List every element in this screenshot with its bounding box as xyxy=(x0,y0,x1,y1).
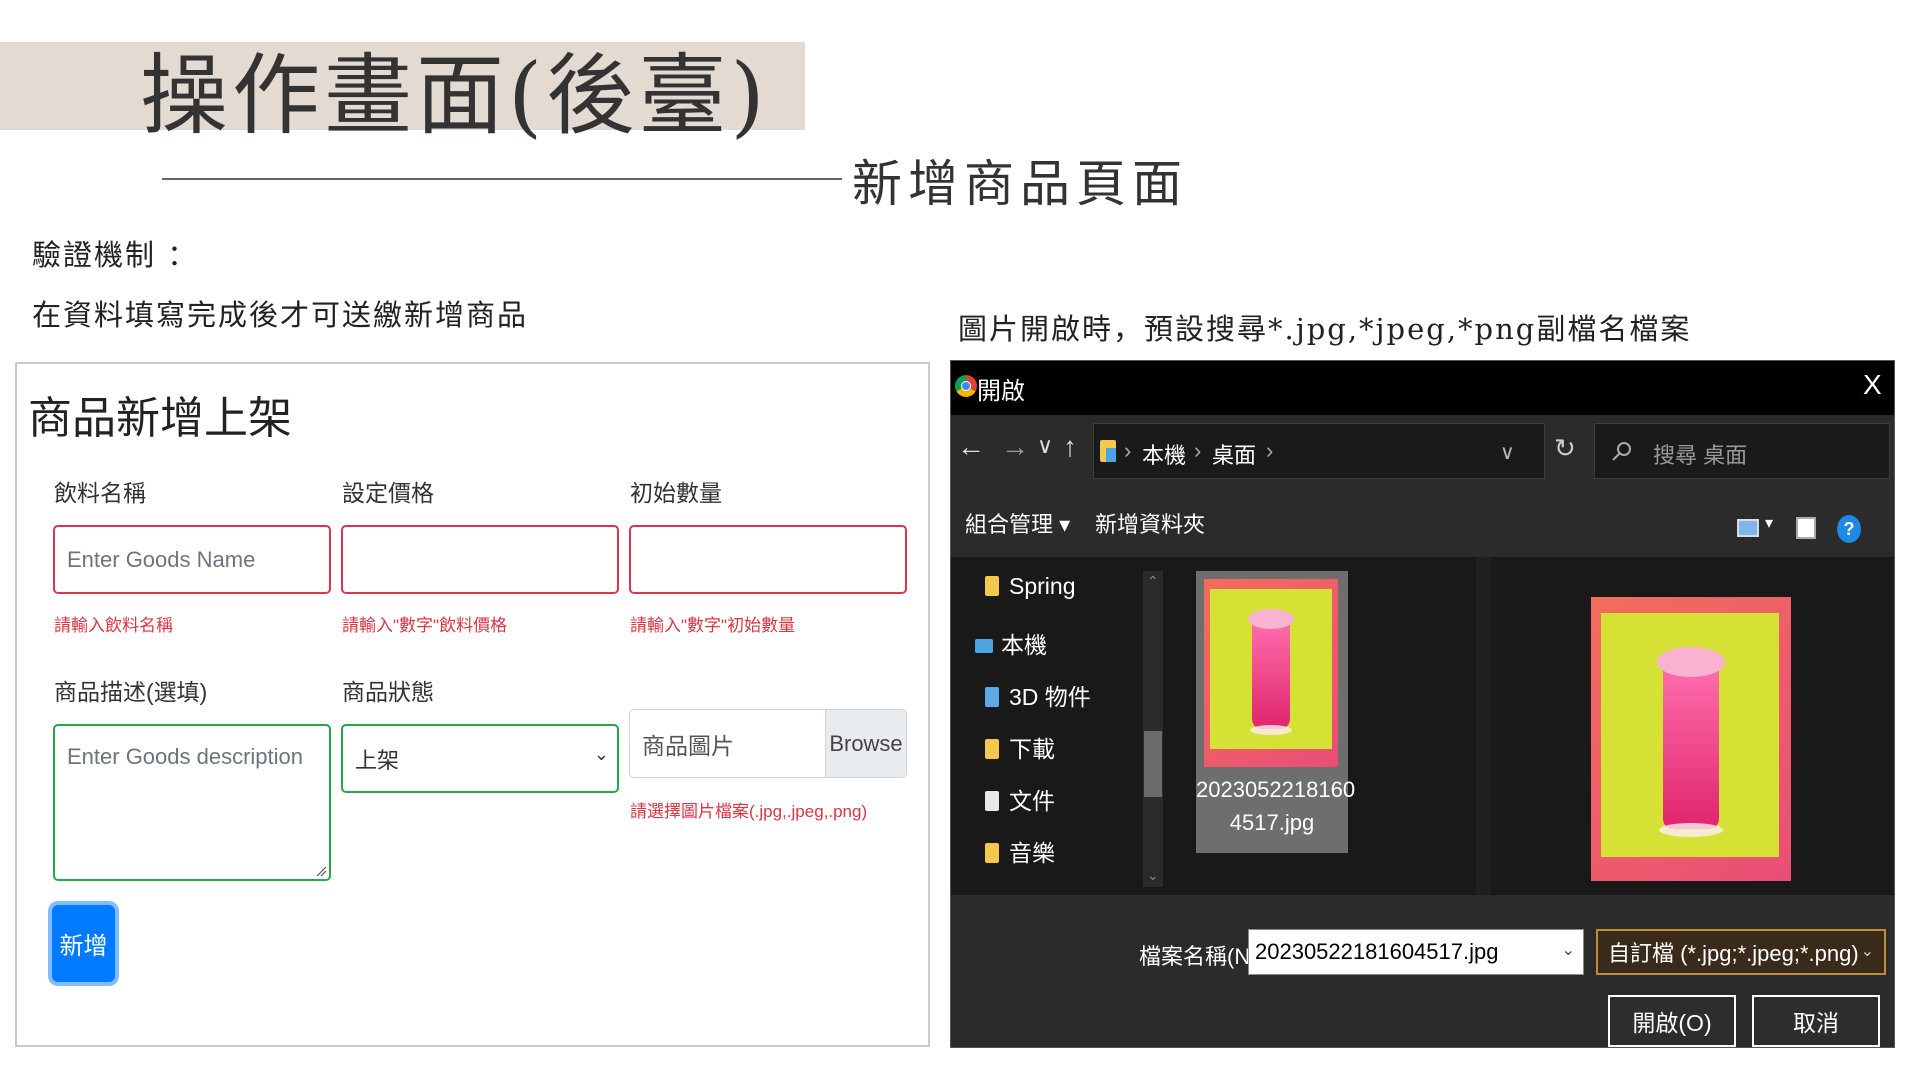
search-placeholder: 搜尋 桌面 xyxy=(1653,443,1748,468)
address-bar[interactable]: › 本機 › 桌面 › ∨ xyxy=(1093,423,1545,479)
file-type-select[interactable]: 自訂檔 (*.jpg;*.jpeg;*.png) ⌄ xyxy=(1596,929,1886,975)
subtitle-rule xyxy=(162,178,842,180)
form-title: 商品新增上架 xyxy=(28,394,292,443)
recent-locations-icon[interactable]: ∨ xyxy=(1037,433,1053,459)
computer-icon xyxy=(975,639,993,653)
price-error: 請輸入"數字"飲料價格 xyxy=(342,616,508,635)
nav-pane-scroll-thumb[interactable] xyxy=(1144,731,1162,797)
nav-item-spring[interactable]: Spring xyxy=(985,573,1075,600)
file-type-value: 自訂檔 (*.jpg;*.jpeg;*.png) xyxy=(1608,941,1859,966)
nav-item-downloads[interactable]: 下載 xyxy=(985,730,1055,764)
folder-icon xyxy=(985,843,999,863)
nav-item-label: 下載 xyxy=(1009,736,1055,762)
description-textarea[interactable]: Enter Goods description xyxy=(53,724,331,881)
nav-item-label: 本機 xyxy=(1001,632,1047,658)
validation-heading: 驗證機制 ： xyxy=(32,238,199,272)
nav-item-label: 音樂 xyxy=(1009,840,1055,866)
breadcrumb-chevron-icon: › xyxy=(1124,438,1132,463)
image-thumbnail xyxy=(1204,579,1338,767)
chrome-icon xyxy=(955,375,977,397)
search-icon xyxy=(1612,442,1631,461)
status-select[interactable]: 上架 ⌄ xyxy=(341,724,619,793)
help-icon[interactable]: ? xyxy=(1837,515,1861,543)
breadcrumb-this-pc[interactable]: 本機 xyxy=(1142,438,1186,470)
image-file-input[interactable]: 商品圖片 Browse xyxy=(629,709,907,778)
filename-input[interactable]: 20230522181604517.jpg ⌄ xyxy=(1248,929,1584,975)
dialog-titlebar xyxy=(951,361,1894,415)
submit-button[interactable]: 新增 xyxy=(52,905,115,982)
slide-title: 操作畫面(後臺) xyxy=(140,44,769,147)
view-options-chevron-icon[interactable]: ▾ xyxy=(1765,513,1773,533)
refresh-icon[interactable]: ↻ xyxy=(1554,433,1576,464)
nav-item-documents[interactable]: 文件 xyxy=(985,782,1055,816)
description-label: 商品描述(選填) xyxy=(54,679,208,705)
open-file-dialog: 開啟 X ← → ∨ ↑ › 本機 › 桌面 › ∨ ↻ 搜尋 桌面 組合管理 … xyxy=(950,360,1895,1048)
chevron-down-icon: ⌄ xyxy=(593,744,609,764)
folder-icon xyxy=(985,576,999,596)
chevron-down-icon: ⌄ xyxy=(1860,943,1874,960)
quantity-error: 請輸入"數字"初始數量 xyxy=(630,616,796,635)
chevron-down-icon[interactable]: ⌄ xyxy=(1562,940,1575,960)
browse-button[interactable]: Browse xyxy=(825,710,906,777)
preview-pane-icon[interactable] xyxy=(1796,517,1816,539)
search-input[interactable]: 搜尋 桌面 xyxy=(1594,423,1890,479)
preview-pane xyxy=(1491,557,1894,895)
dialog-title: 開啟 xyxy=(977,378,1025,405)
view-mode-icon[interactable] xyxy=(1737,519,1759,537)
folder-icon xyxy=(985,687,999,707)
name-error: 請輸入飲料名稱 xyxy=(54,616,173,635)
price-label: 設定價格 xyxy=(342,480,434,506)
quantity-label: 初始數量 xyxy=(630,480,722,506)
forward-arrow-icon[interactable]: → xyxy=(1001,431,1029,463)
organize-menu[interactable]: 組合管理 ▾ xyxy=(965,507,1070,539)
status-label: 商品狀態 xyxy=(342,679,434,705)
navigation-pane xyxy=(951,557,1166,895)
price-input[interactable] xyxy=(341,525,619,594)
slide-subtitle: 新增商品頁面 xyxy=(852,155,1188,213)
scroll-up-icon[interactable]: ⌃ xyxy=(1147,573,1159,590)
image-preview xyxy=(1591,597,1791,881)
address-dropdown-icon[interactable]: ∨ xyxy=(1500,440,1515,465)
file-tile-selected[interactable]: 2023052218160 4517.jpg xyxy=(1196,571,1356,853)
validation-text: 在資料填寫完成後才可送繳新增商品 xyxy=(32,298,529,332)
resize-handle-icon[interactable] xyxy=(315,865,327,877)
nav-item-this-pc[interactable]: 本機 xyxy=(975,626,1047,660)
image-file-label: 商品圖片 xyxy=(642,732,734,759)
image-error: 請選擇圖片檔案(.jpg,.jpeg,.png) xyxy=(630,802,868,821)
nav-item-label: 文件 xyxy=(1009,788,1055,814)
filename-label: 檔案名稱(N): xyxy=(1139,944,1264,969)
close-icon[interactable]: X xyxy=(1863,369,1882,401)
breadcrumb-desktop[interactable]: 桌面 xyxy=(1212,438,1256,470)
file-name-line1: 2023052218160 xyxy=(1196,777,1356,802)
status-selected-value: 上架 xyxy=(355,747,400,773)
new-folder-button[interactable]: 新增資料夾 xyxy=(1095,507,1205,539)
nav-item-music[interactable]: 音樂 xyxy=(985,834,1055,868)
folder-icon xyxy=(985,739,999,759)
desktop-badge-icon xyxy=(1106,448,1116,462)
goods-name-placeholder: Enter Goods Name xyxy=(67,546,256,572)
back-arrow-icon[interactable]: ← xyxy=(957,431,985,463)
filename-value: 20230522181604517.jpg xyxy=(1255,939,1499,964)
goods-name-input[interactable]: Enter Goods Name xyxy=(53,525,331,594)
scroll-down-icon[interactable]: ⌄ xyxy=(1147,867,1159,884)
document-icon xyxy=(985,791,999,811)
nav-item-label: Spring xyxy=(1009,573,1076,599)
nav-pane-scrollbar[interactable] xyxy=(1143,571,1163,887)
nav-item-3d-objects[interactable]: 3D 物件 xyxy=(985,678,1091,712)
open-button[interactable]: 開啟(O) xyxy=(1608,995,1736,1047)
nav-item-label: 3D 物件 xyxy=(1009,684,1091,710)
breadcrumb-chevron-icon: › xyxy=(1266,438,1274,463)
breadcrumb-chevron-icon: › xyxy=(1194,438,1202,463)
cancel-button[interactable]: 取消 xyxy=(1752,995,1880,1047)
name-label: 飲料名稱 xyxy=(54,480,146,506)
file-name-line2: 4517.jpg xyxy=(1229,810,1315,835)
description-placeholder: Enter Goods description xyxy=(67,744,304,769)
dialog-note: 圖片開啟時，預設搜尋*.jpg,*jpeg,*png副檔名檔案 xyxy=(958,312,1692,346)
quantity-input[interactable] xyxy=(629,525,907,594)
up-arrow-icon[interactable]: ↑ xyxy=(1063,431,1077,463)
